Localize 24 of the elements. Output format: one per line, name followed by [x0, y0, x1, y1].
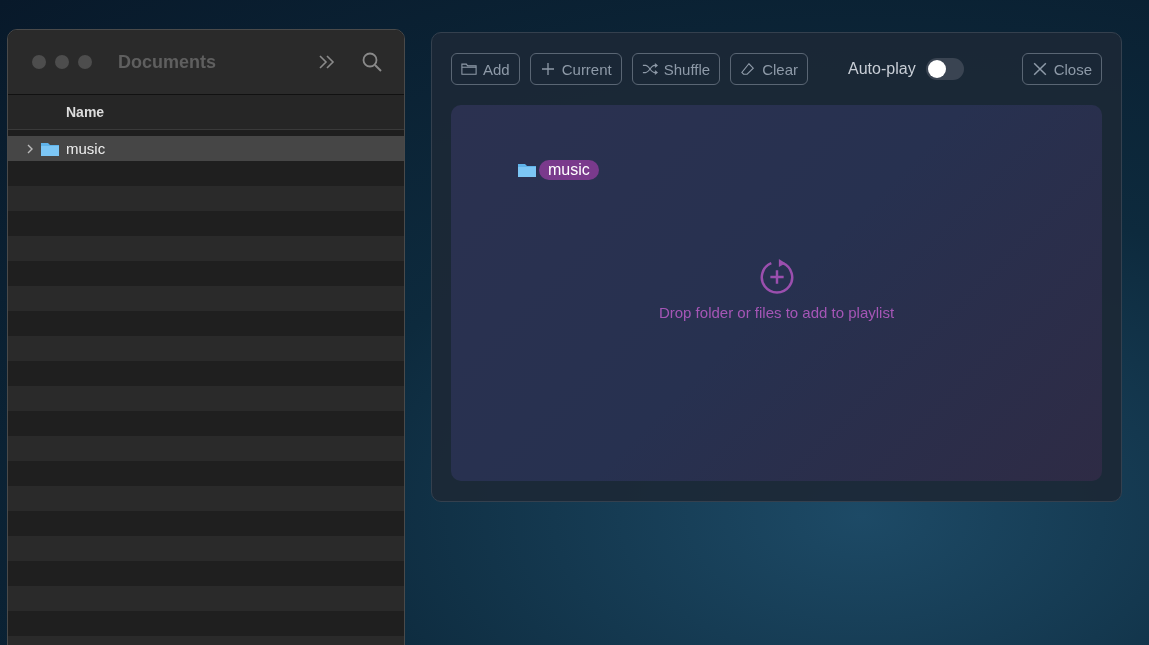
add-circle-icon — [757, 258, 796, 296]
shuffle-button[interactable]: Shuffle — [631, 53, 721, 85]
column-header[interactable]: Name — [66, 104, 105, 120]
current-button[interactable]: Current — [529, 53, 622, 85]
drop-hint: Drop folder or files to add to playlist — [658, 304, 895, 321]
shuffle-icon — [641, 62, 658, 76]
eraser-icon — [740, 62, 757, 76]
folder-icon — [461, 62, 477, 76]
chevrons-icon[interactable] — [318, 55, 336, 69]
folder-icon — [40, 140, 60, 157]
close-icon — [1031, 62, 1048, 76]
autoplay-label: Auto-play — [848, 60, 916, 78]
file-row[interactable]: music — [8, 136, 404, 161]
search-icon[interactable] — [362, 52, 382, 72]
add-button[interactable]: Add — [451, 53, 520, 85]
autoplay-toggle[interactable] — [925, 58, 964, 80]
drop-zone[interactable]: music Drop folder or files to add to playlist — [451, 105, 1102, 481]
disclosure-icon[interactable] — [26, 143, 34, 154]
clear-button[interactable]: Clear — [730, 53, 809, 85]
plus-icon — [539, 62, 556, 76]
dragged-item-label: music — [539, 160, 599, 180]
folder-icon — [517, 162, 537, 178]
file-name: music — [66, 140, 106, 157]
close-button[interactable]: Close — [1021, 53, 1102, 85]
